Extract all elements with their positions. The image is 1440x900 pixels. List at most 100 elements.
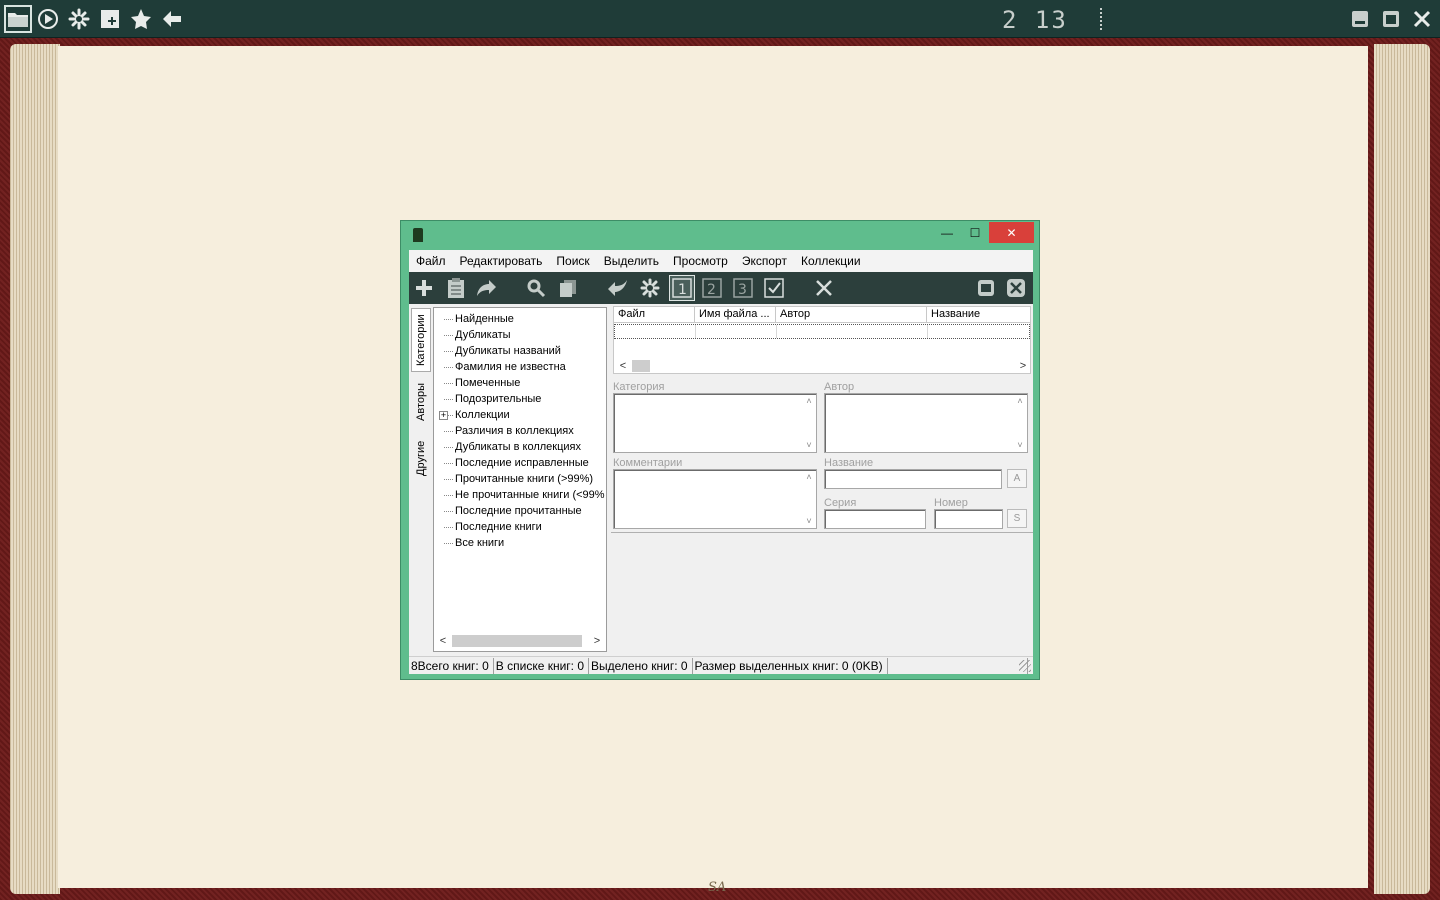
title-action-button[interactable]: A	[1007, 469, 1027, 488]
maximize-button[interactable]: ☐	[965, 222, 985, 243]
author-field[interactable]: ˄ ˅	[824, 393, 1028, 453]
tab-authors[interactable]: Авторы	[411, 374, 431, 430]
add-page-icon[interactable]	[96, 5, 124, 33]
app-logo-icon	[413, 228, 423, 242]
author-label: Автор	[824, 381, 855, 393]
tree-item[interactable]: Найденные	[434, 311, 606, 327]
status-extra	[888, 657, 1028, 674]
number-action-button[interactable]: S	[1007, 509, 1027, 528]
tab-other[interactable]: Другие	[411, 432, 431, 484]
title-bar[interactable]: — ☐ ✕	[401, 221, 1039, 249]
tree-item[interactable]: Дубликаты в коллекциях	[434, 439, 606, 455]
status-selected-size: Размер выделенных книг: 0 (0KB)	[693, 657, 888, 674]
tree-item[interactable]: Фамилия не известна	[434, 359, 606, 375]
copy-icon[interactable]	[555, 275, 581, 301]
tree-item[interactable]: Последние прочитанные	[434, 503, 606, 519]
scroll-left-icon[interactable]: <	[436, 635, 450, 647]
back-arrow-icon[interactable]	[158, 5, 186, 33]
menu-edit[interactable]: Редактировать	[460, 254, 543, 268]
menu-collections[interactable]: Коллекции	[801, 254, 861, 268]
close-button[interactable]: ✕	[989, 222, 1034, 243]
tree-item-collections[interactable]: + Коллекции	[434, 407, 606, 423]
minimize-button[interactable]: —	[937, 222, 957, 243]
app-window: — ☐ ✕ Файл Редактировать Поиск Выделить …	[400, 220, 1040, 680]
series-field[interactable]	[824, 509, 926, 529]
scroll-thumb[interactable]	[632, 360, 650, 372]
close-panel-icon[interactable]	[1003, 275, 1029, 301]
counter-separator	[1100, 8, 1102, 30]
title-field[interactable]	[824, 469, 1002, 489]
tree-item[interactable]: Дубликаты названий	[434, 343, 606, 359]
table-row[interactable]	[614, 324, 1030, 339]
pane-splitter[interactable]	[611, 532, 1033, 534]
scroll-right-icon[interactable]: >	[1016, 360, 1030, 372]
page-counter: 2 13	[1002, 6, 1068, 34]
resize-grip-icon[interactable]	[1019, 660, 1031, 672]
view-mode-3-icon[interactable]: 3	[730, 275, 756, 301]
grid-horizontal-scrollbar[interactable]: < >	[616, 359, 1030, 373]
svg-text:3: 3	[738, 282, 747, 298]
menu-search[interactable]: Поиск	[556, 254, 589, 268]
tree-item[interactable]: Дубликаты	[434, 327, 606, 343]
tree-item[interactable]: Не прочитанные книги (<99%	[434, 487, 606, 503]
scroll-thumb[interactable]	[452, 635, 582, 647]
checkbox-icon[interactable]	[761, 275, 787, 301]
reader-minimize-icon[interactable]	[1346, 5, 1374, 33]
column-file[interactable]: Файл	[614, 307, 695, 322]
menu-file[interactable]: Файл	[416, 254, 446, 268]
spine-mark: SA	[708, 880, 727, 895]
status-listed-books: В списке книг: 0	[494, 657, 590, 674]
play-icon[interactable]	[34, 5, 62, 33]
svg-text:2: 2	[707, 282, 716, 298]
view-mode-1-icon[interactable]: 1	[669, 275, 695, 301]
vertical-scrollbar[interactable]: ˄ ˅	[804, 396, 814, 450]
back-arrow-icon[interactable]	[605, 275, 631, 301]
tree-item[interactable]: Подозрительные	[434, 391, 606, 407]
vertical-tabs: Категории Авторы Другие	[409, 304, 431, 656]
add-icon[interactable]	[411, 275, 437, 301]
tree-item[interactable]: Последние книги	[434, 519, 606, 535]
scroll-left-icon[interactable]: <	[616, 360, 630, 372]
column-filename[interactable]: Имя файла ...	[695, 307, 776, 322]
status-bar: 8Всего книг: 0 В списке книг: 0 Выделено…	[409, 656, 1033, 674]
status-total-books: 8Всего книг: 0	[409, 657, 494, 674]
number-field[interactable]	[934, 509, 1003, 529]
delete-icon[interactable]	[811, 275, 837, 301]
tree-item[interactable]: Прочитанные книги (>99%)	[434, 471, 606, 487]
view-mode-2-icon[interactable]: 2	[699, 275, 725, 301]
vertical-scrollbar[interactable]: ˄ ˅	[1015, 396, 1025, 450]
vertical-scrollbar[interactable]: ˄ ˅	[804, 472, 814, 526]
app-toolbar: 1 2 3	[409, 272, 1033, 304]
comments-field[interactable]: ˄ ˅	[613, 469, 817, 529]
star-icon[interactable]	[127, 5, 155, 33]
restore-window-icon[interactable]	[973, 275, 999, 301]
details-pane: Файл Имя файла ... Автор Название < > Ка…	[611, 304, 1033, 656]
main-content: Категории Авторы Другие Найденные Дублик…	[409, 304, 1033, 656]
menu-select[interactable]: Выделить	[604, 254, 659, 268]
menu-export[interactable]: Экспорт	[742, 254, 787, 268]
tree-item[interactable]: Последние исправленные	[434, 455, 606, 471]
search-icon[interactable]	[523, 275, 549, 301]
category-tree[interactable]: Найденные Дубликаты Дубликаты названий Ф…	[433, 307, 607, 652]
grid-header: Файл Имя файла ... Автор Название	[614, 307, 1030, 323]
category-field[interactable]: ˄ ˅	[613, 393, 817, 453]
reader-close-icon[interactable]	[1408, 5, 1436, 33]
open-folder-icon[interactable]	[4, 5, 32, 33]
tree-horizontal-scrollbar[interactable]: < >	[436, 633, 604, 649]
forward-arrow-icon[interactable]	[473, 275, 499, 301]
tab-categories[interactable]: Категории	[411, 308, 431, 372]
scroll-right-icon[interactable]: >	[590, 635, 604, 647]
column-title[interactable]: Название	[927, 307, 1030, 322]
settings-gear-icon[interactable]	[637, 275, 663, 301]
column-author[interactable]: Автор	[776, 307, 927, 322]
reader-maximize-icon[interactable]	[1377, 5, 1405, 33]
books-grid[interactable]: Файл Имя файла ... Автор Название < >	[613, 306, 1031, 374]
tree-item[interactable]: Различия в коллекциях	[434, 423, 606, 439]
settings-gear-icon[interactable]	[65, 5, 93, 33]
tree-item[interactable]: Все книги	[434, 535, 606, 551]
tree-item[interactable]: Помеченные	[434, 375, 606, 391]
expand-icon[interactable]: +	[439, 411, 448, 420]
menu-view[interactable]: Просмотр	[673, 254, 728, 268]
number-label: Номер	[934, 497, 968, 509]
clipboard-icon[interactable]	[443, 275, 469, 301]
